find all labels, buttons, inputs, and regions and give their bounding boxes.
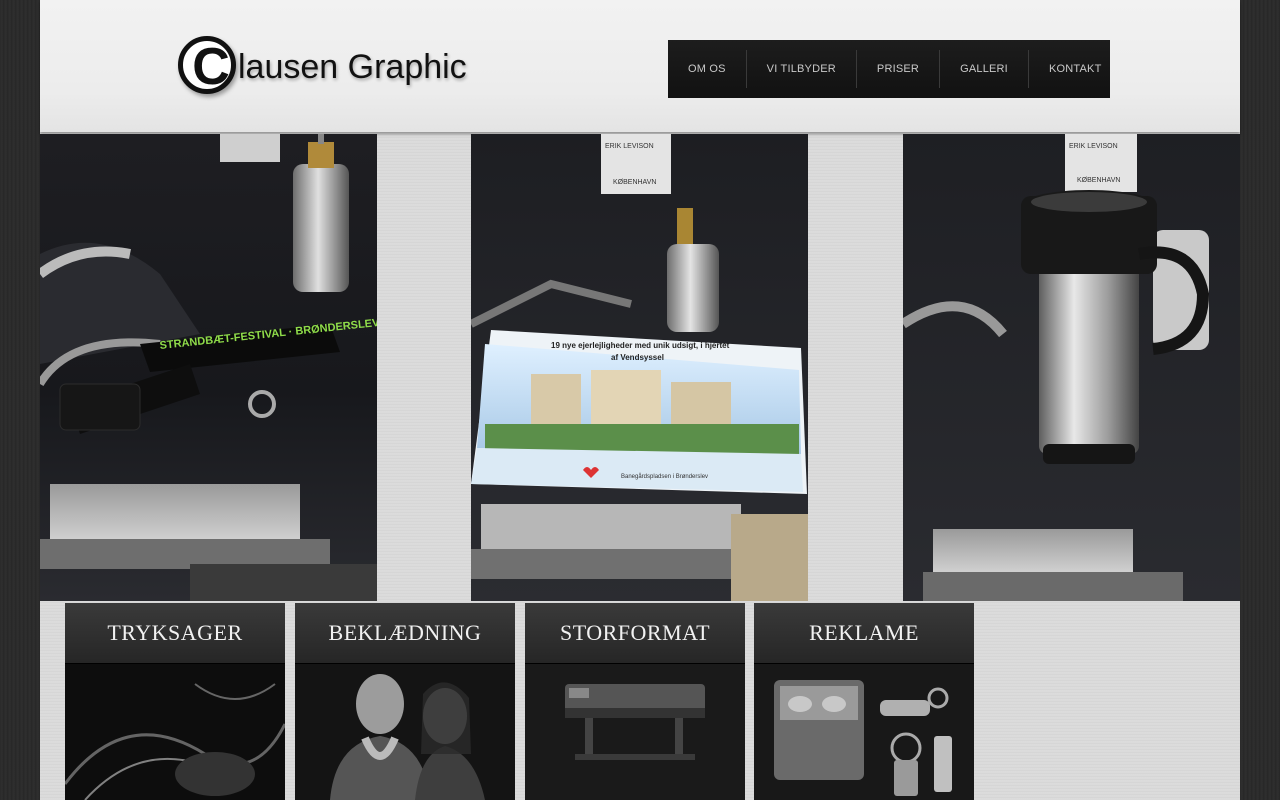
gallery-photo-lanyard[interactable]: STRANDBÆT-FESTIVAL · BRØNDERSLEV: [40, 134, 377, 601]
category-beklaedning[interactable]: BEKLÆDNING: [295, 603, 515, 800]
category-title: STORFORMAT: [525, 603, 745, 664]
category-tryksager[interactable]: TRYKSAGER: [65, 603, 285, 800]
flyer-footer: Banegårdspladsen i Brønderslev: [621, 473, 708, 480]
flyer-title-2: af Vendsyssel: [611, 353, 664, 362]
category-title: BEKLÆDNING: [295, 603, 515, 664]
sign-line-2: KØBENHAVN: [1077, 177, 1120, 184]
nav-item-om-os[interactable]: OM OS: [668, 50, 746, 88]
reklame-image: [754, 664, 974, 800]
category-storformat[interactable]: STORFORMAT: [525, 603, 745, 800]
beklaedning-image: [295, 664, 515, 800]
nav-item-galleri[interactable]: GALLERI: [939, 50, 1028, 88]
nav-item-vi-tilbyder[interactable]: VI TILBYDER: [745, 50, 856, 88]
page-container: C lausen Graphic OM OS VI TILBYDER PRISE…: [40, 0, 1240, 800]
sign-line-1: ERIK LEVISON: [1069, 143, 1118, 150]
storformat-image: [525, 664, 745, 800]
logo-text: lausen Graphic: [238, 48, 467, 86]
tryksager-image: [65, 664, 285, 800]
gallery-photo-mug[interactable]: ERIK LEVISON KØBENHAVN: [903, 134, 1240, 601]
category-title: TRYKSAGER: [65, 603, 285, 664]
sign-line-2: KØBENHAVN: [613, 179, 656, 186]
logo-letter: C: [192, 38, 230, 96]
category-reklame[interactable]: REKLAME: [754, 603, 974, 800]
nav-item-priser[interactable]: PRISER: [855, 50, 939, 88]
site-header: C lausen Graphic OM OS VI TILBYDER PRISE…: [40, 0, 1240, 132]
sign-line-1: ERIK LEVISON: [605, 143, 654, 150]
copyright-c-icon: C: [178, 36, 236, 96]
main-nav: OM OS VI TILBYDER PRISER GALLERI KONTAKT: [668, 40, 1110, 98]
nav-item-kontakt[interactable]: KONTAKT: [1027, 50, 1122, 88]
gallery-photo-flyer[interactable]: ERIK LEVISON KØBENHAVN 19 nye ejerlejlig…: [471, 134, 808, 601]
category-title: REKLAME: [754, 603, 974, 664]
flyer-title: 19 nye ejerlejligheder med unik udsigt, …: [551, 341, 730, 350]
site-logo[interactable]: C lausen Graphic: [178, 36, 478, 104]
